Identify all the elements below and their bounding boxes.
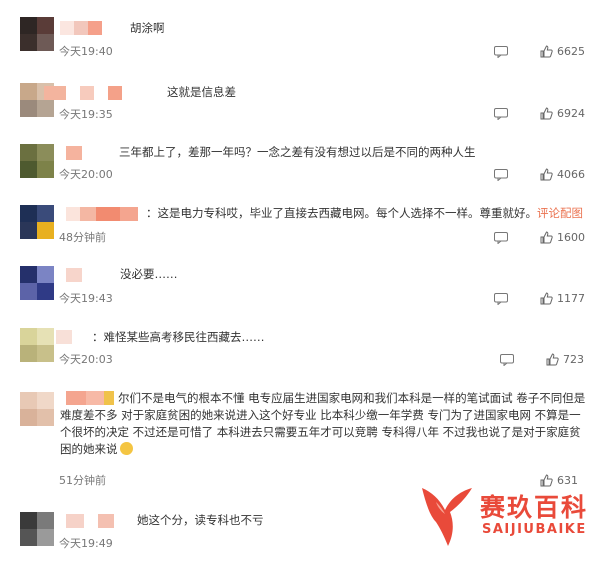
like-button[interactable]: 723	[546, 353, 584, 366]
avatar[interactable]	[20, 328, 54, 362]
avatar[interactable]	[20, 205, 54, 239]
username[interactable]	[66, 514, 114, 528]
comment-time: 今天19:40	[59, 45, 113, 58]
comment-text-body: 尔们不是电气的根本不懂 电专应届生进国家电网和我们本科是一样的笔试面试 卷子不同…	[60, 391, 586, 456]
comment-text: 没必要……	[120, 267, 178, 281]
thumbs-up-icon	[540, 292, 553, 305]
comment-text-body: ：这是电力专科哎，毕业了直接去西藏电网。每个人选择不一样。尊重就好。	[146, 206, 537, 220]
comment-time: 今天20:03	[59, 353, 113, 366]
username[interactable]	[66, 268, 82, 282]
saijiubaike-watermark: 赛玖百科 SAIJIUBAIKE	[418, 482, 598, 554]
comment-text: ：难怪某些高考移民往西藏去……	[92, 330, 265, 344]
comment-bubble-icon[interactable]	[500, 354, 514, 366]
comment-text: 这就是信息差	[167, 85, 236, 99]
comment-bubble-icon[interactable]	[494, 108, 508, 120]
thumbs-up-icon	[540, 231, 553, 244]
like-button[interactable]: 1600	[540, 231, 585, 244]
like-count: 4066	[557, 168, 585, 181]
username[interactable]	[60, 21, 102, 35]
like-count: 6625	[557, 45, 585, 58]
avatar[interactable]	[20, 392, 54, 426]
comment-text: ：这是电力专科哎，毕业了直接去西藏电网。每个人选择不一样。尊重就好。评论配图	[146, 205, 583, 222]
like-count: 1600	[557, 231, 585, 244]
username[interactable]	[44, 86, 122, 100]
avatar[interactable]	[20, 266, 54, 300]
comment-time: 今天19:49	[59, 537, 113, 550]
username[interactable]	[66, 207, 138, 221]
comment-bubble-icon[interactable]	[494, 293, 508, 305]
comment-bubble-icon[interactable]	[494, 169, 508, 181]
like-count: 6924	[557, 107, 585, 120]
like-count: 723	[563, 353, 584, 366]
comment-bubble-icon[interactable]	[494, 232, 508, 244]
like-button[interactable]: 1177	[540, 292, 585, 305]
comment-time: 48分钟前	[59, 231, 106, 244]
thumbs-up-icon	[546, 353, 559, 366]
crying-face-emoji-icon	[119, 442, 133, 455]
comment-bubble-icon[interactable]	[494, 46, 508, 58]
comment-time: 今天20:00	[59, 168, 113, 181]
comment-text: 尔们不是电气的根本不懂 电专应届生进国家电网和我们本科是一样的笔试面试 卷子不同…	[60, 390, 590, 458]
thumbs-up-icon	[540, 45, 553, 58]
comment-time: 今天19:43	[59, 292, 113, 305]
comment-text: 三年都上了，差那一年吗？一念之差有没有想过以后是不同的两种人生	[119, 145, 476, 159]
like-button[interactable]: 6924	[540, 107, 585, 120]
comment-image-link[interactable]: 评论配图	[537, 206, 583, 220]
comment-time: 今天19:35	[59, 108, 113, 121]
watermark-title: 赛玖百科	[480, 493, 589, 522]
whale-tail-logo-icon	[422, 488, 472, 546]
username[interactable]	[56, 330, 72, 344]
comment-text: 她这个分，读专科也不亏	[137, 513, 264, 527]
comment-time: 51分钟前	[59, 474, 106, 487]
avatar[interactable]	[20, 17, 54, 51]
username[interactable]	[66, 146, 82, 160]
thumbs-up-icon	[540, 168, 553, 181]
like-count: 1177	[557, 292, 585, 305]
avatar[interactable]	[20, 144, 54, 178]
comment-text: 胡涂啊	[130, 21, 165, 35]
avatar[interactable]	[20, 512, 54, 546]
like-button[interactable]: 6625	[540, 45, 585, 58]
watermark-subtitle: SAIJIUBAIKE	[482, 522, 587, 537]
thumbs-up-icon	[540, 107, 553, 120]
like-button[interactable]: 4066	[540, 168, 585, 181]
